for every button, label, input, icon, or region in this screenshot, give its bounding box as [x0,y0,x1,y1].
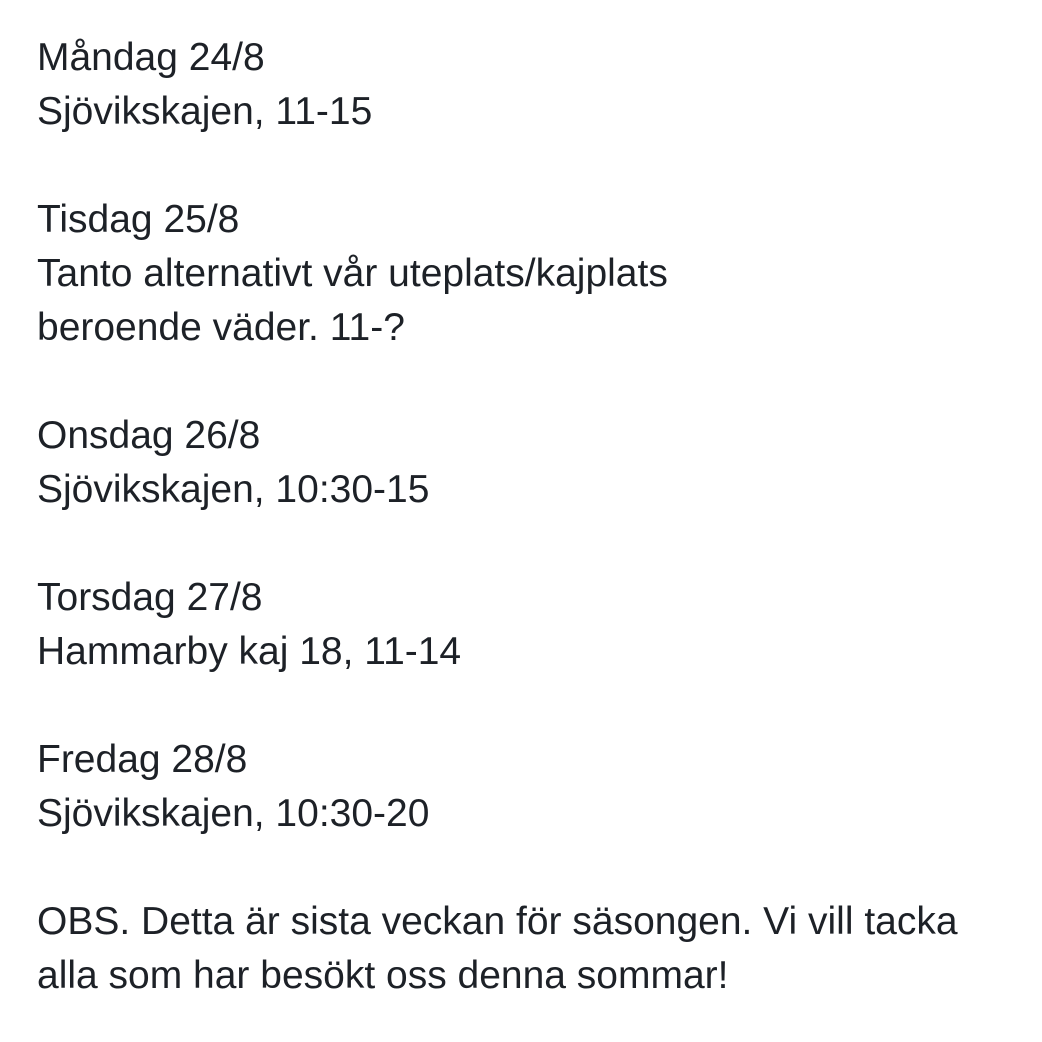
location-time: Sjövikskajen, 10:30-20 [37,792,430,835]
note-line: OBS. Detta är sista veckan för säsongen.… [37,900,958,943]
day-heading: Tisdag 25/8 [37,198,240,241]
schedule-post: Måndag 24/8 Sjövikskajen, 11-15 Tisdag 2… [0,0,1042,1042]
note-line: alla som har besökt oss denna sommar! [37,954,729,997]
day-heading: Torsdag 27/8 [37,576,263,619]
location-time-continued: beroende väder. 11-? [37,306,405,349]
schedule-entry-thursday: Torsdag 27/8 Hammarby kaj 18, 11-14 [37,571,1022,679]
day-heading: Måndag 24/8 [37,36,265,79]
schedule-entry-friday: Fredag 28/8 Sjövikskajen, 10:30-20 [37,733,1022,841]
location-time: Tanto alternativt vår uteplats/kajplats [37,252,668,295]
location-time: Sjövikskajen, 11-15 [37,90,373,133]
schedule-entry-monday: Måndag 24/8 Sjövikskajen, 11-15 [37,31,1022,139]
day-heading: Onsdag 26/8 [37,414,261,457]
location-time: Sjövikskajen, 10:30-15 [37,468,430,511]
location-time: Hammarby kaj 18, 11-14 [37,630,462,673]
season-note: OBS. Detta är sista veckan för säsongen.… [37,895,1022,1003]
schedule-entry-wednesday: Onsdag 26/8 Sjövikskajen, 10:30-15 [37,409,1022,517]
day-heading: Fredag 28/8 [37,738,248,781]
schedule-entry-tuesday: Tisdag 25/8 Tanto alternativt vår utepla… [37,193,1022,355]
